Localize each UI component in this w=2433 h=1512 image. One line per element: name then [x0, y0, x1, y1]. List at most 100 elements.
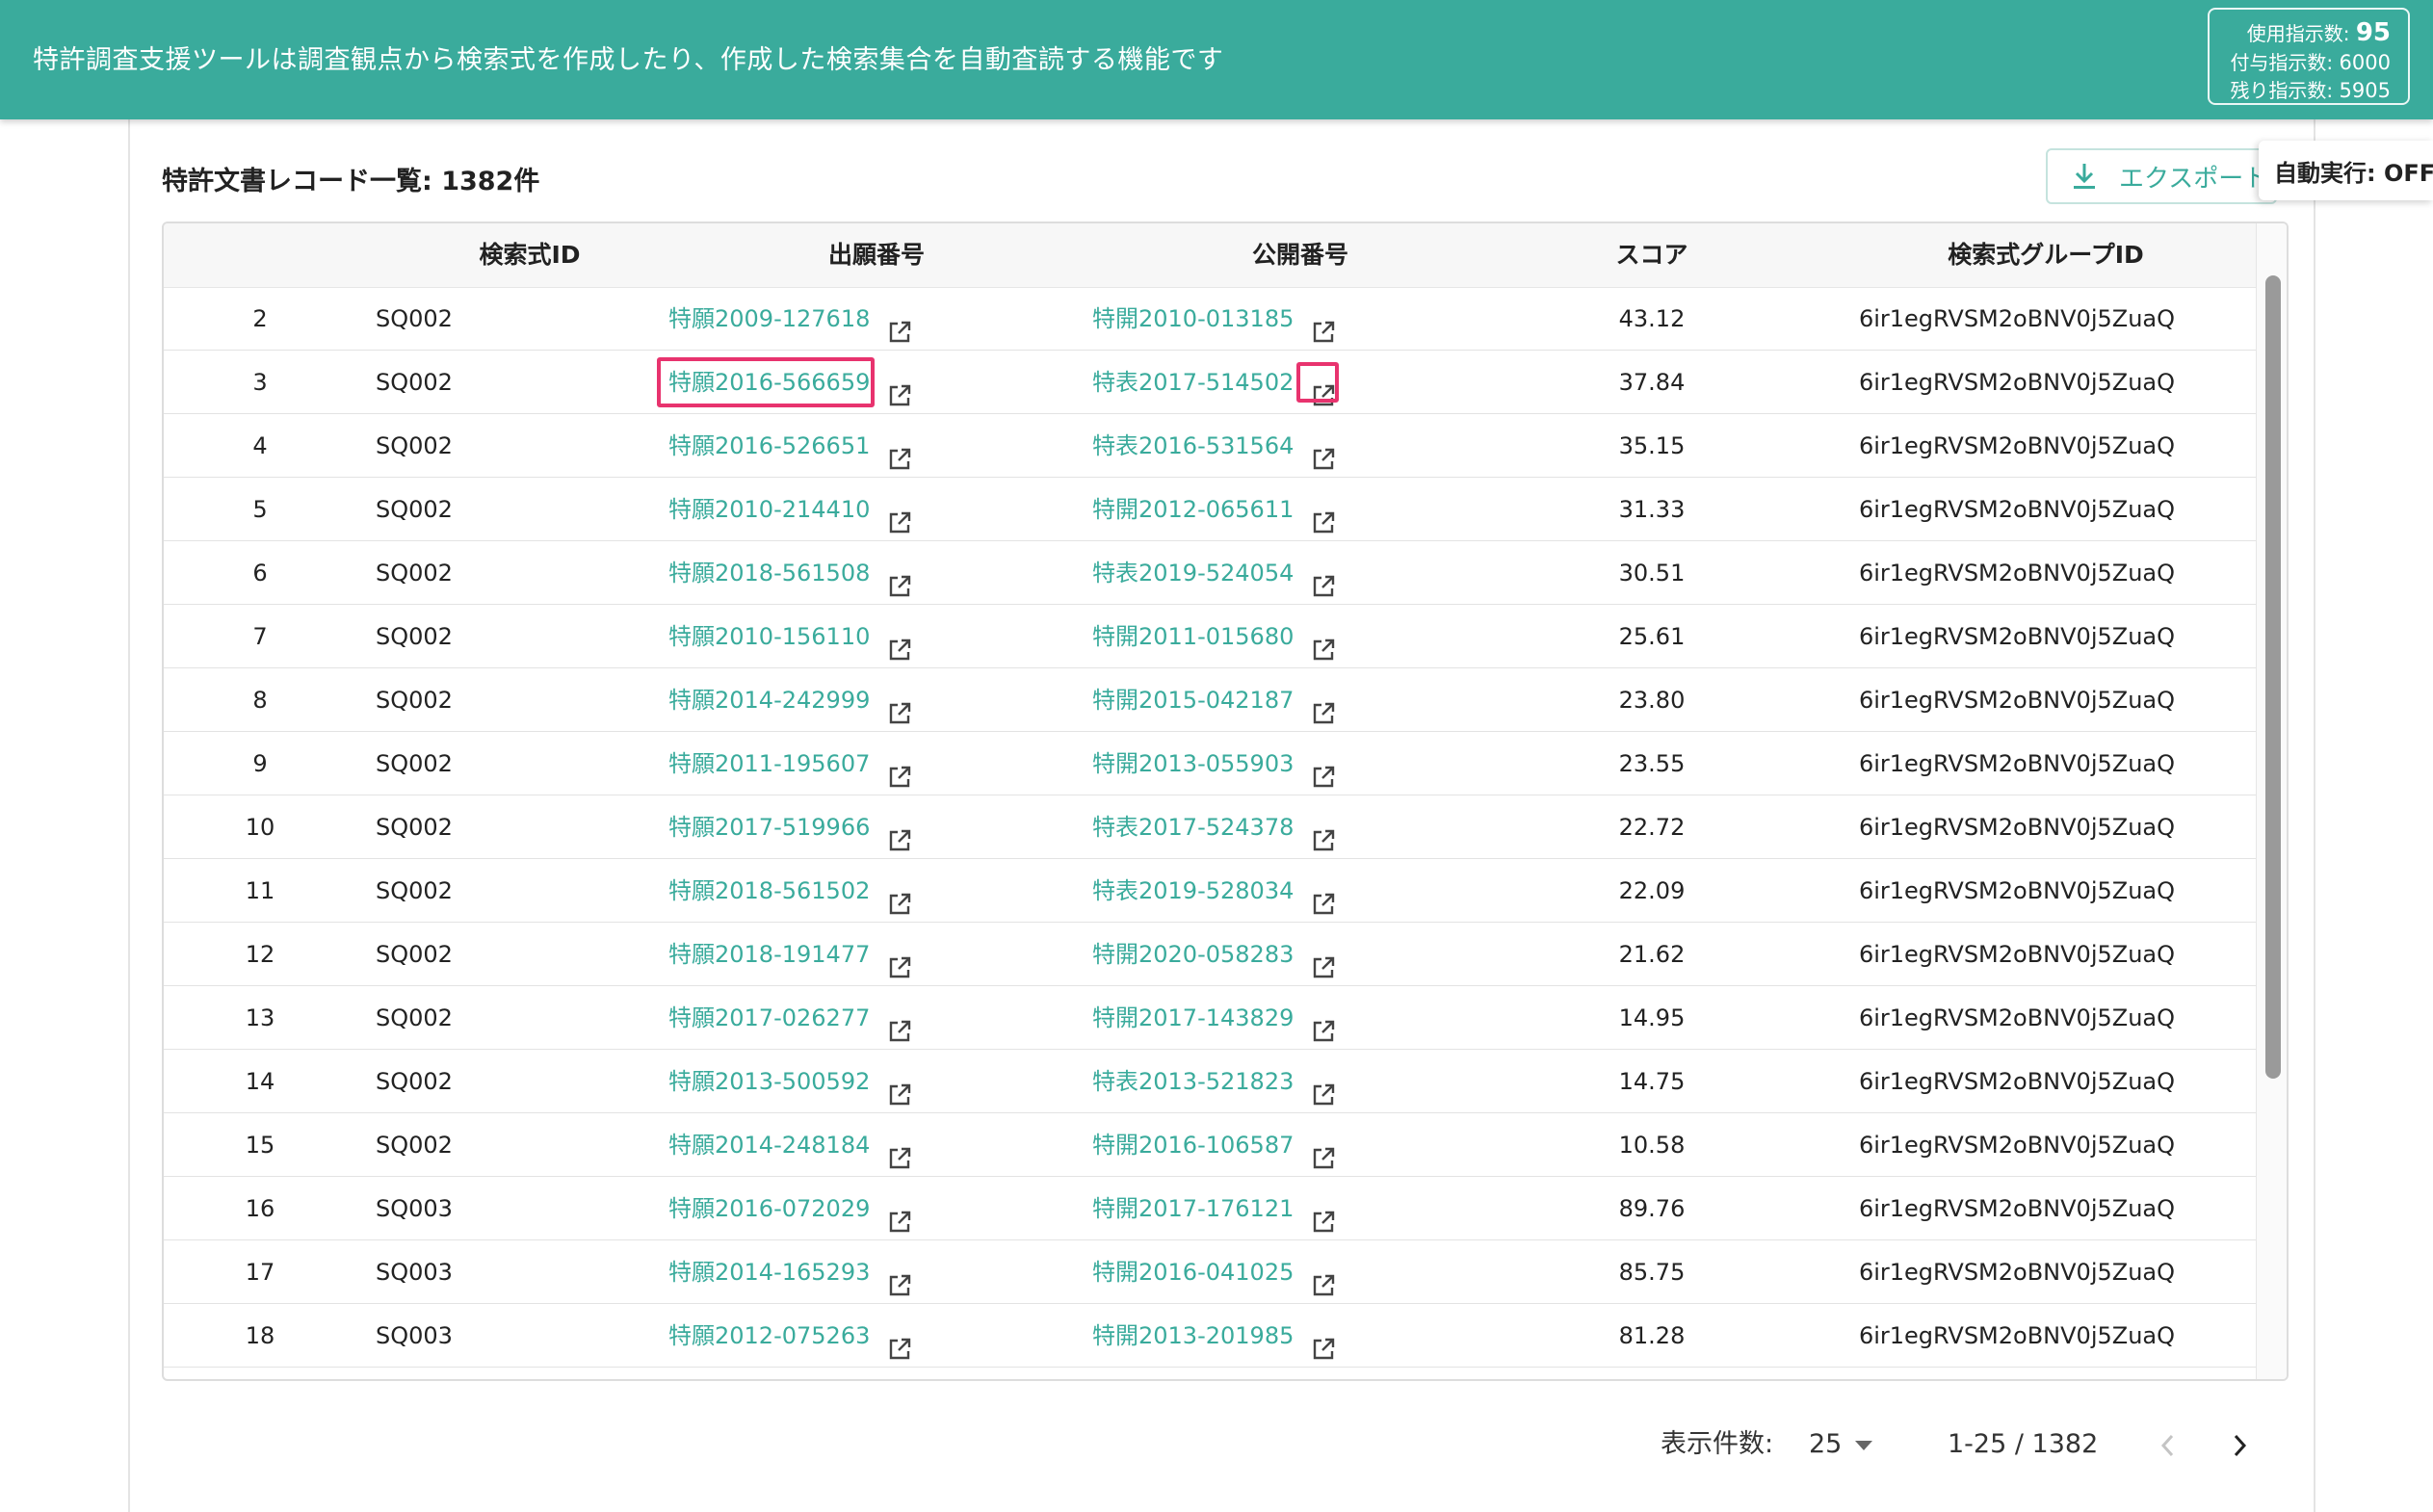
- export-label: エクスポート: [2119, 164, 2269, 194]
- row-group-id: 6ir1egRVSM2oBNV0j5ZuaQ: [1858, 496, 2176, 523]
- external-link-icon[interactable]: [887, 941, 912, 978]
- row-application-no: 特願2016-566659: [668, 351, 912, 414]
- application-no-link[interactable]: 特願2010-156110: [668, 623, 870, 650]
- row-publication-no: 特開2011-015680: [1092, 605, 1336, 668]
- application-no-link[interactable]: 特願2018-561502: [668, 877, 870, 904]
- col-header-score[interactable]: スコア: [1580, 223, 1724, 287]
- external-link-icon[interactable]: [1311, 305, 1336, 343]
- row-group-id: 6ir1egRVSM2oBNV0j5ZuaQ: [1858, 941, 2176, 968]
- row-score: 30.51: [1618, 560, 1686, 587]
- publication-no-link[interactable]: 特開2020-058283: [1092, 941, 1294, 968]
- external-link-icon[interactable]: [1311, 623, 1336, 661]
- col-header-application-no[interactable]: 出願番号: [780, 223, 973, 287]
- publication-no-link[interactable]: 特開2017-143829: [1092, 1004, 1294, 1031]
- per-page-select[interactable]: 25: [1809, 1416, 1886, 1473]
- publication-no-link[interactable]: 特表2019-528034: [1092, 877, 1294, 904]
- publication-no-link[interactable]: 特表2017-524378: [1092, 814, 1294, 841]
- auto-run-toggle[interactable]: 自動実行: OFF: [2259, 141, 2433, 200]
- application-no-link[interactable]: 特願2016-526651: [668, 432, 870, 459]
- external-link-icon[interactable]: [887, 1195, 912, 1233]
- row-index: 14: [245, 1068, 275, 1095]
- row-index: 7: [252, 623, 268, 650]
- external-link-icon[interactable]: [887, 1068, 912, 1106]
- external-link-icon[interactable]: [887, 432, 912, 470]
- publication-no-link[interactable]: 特開2013-201985: [1092, 1322, 1294, 1349]
- application-no-link[interactable]: 特願2011-195607: [668, 750, 870, 777]
- row-query-id: SQ002: [376, 623, 453, 650]
- application-no-link[interactable]: 特願2016-566659: [668, 369, 870, 396]
- col-header-group-id[interactable]: 検索式グループID: [1901, 223, 2190, 287]
- usage-remaining: 残り指示数: 5905: [2210, 77, 2391, 105]
- external-link-icon[interactable]: [1311, 369, 1336, 406]
- publication-no-link[interactable]: 特表2017-514502: [1092, 369, 1294, 396]
- external-link-icon[interactable]: [887, 1004, 912, 1042]
- col-header-publication-no[interactable]: 公開番号: [1204, 223, 1397, 287]
- row-query-id: SQ003: [376, 1195, 453, 1222]
- external-link-icon[interactable]: [1311, 877, 1336, 915]
- external-link-icon[interactable]: [887, 1322, 912, 1360]
- external-link-icon[interactable]: [1311, 814, 1336, 851]
- application-no-link[interactable]: 特願2014-248184: [668, 1132, 870, 1159]
- publication-no-link[interactable]: 特開2011-015680: [1092, 623, 1294, 650]
- usage-used: 使用指示数: 95: [2210, 17, 2391, 49]
- row-publication-no: 特表2019-524054: [1092, 541, 1336, 605]
- external-link-icon[interactable]: [887, 1259, 912, 1296]
- external-link-icon[interactable]: [1311, 750, 1336, 788]
- external-link-icon[interactable]: [1311, 1004, 1336, 1042]
- external-link-icon[interactable]: [887, 877, 912, 915]
- external-link-icon[interactable]: [887, 814, 912, 851]
- publication-no-link[interactable]: 特開2012-065611: [1092, 496, 1294, 523]
- publication-no-link[interactable]: 特開2017-176121: [1092, 1195, 1294, 1222]
- col-header-query-id[interactable]: 検索式ID: [443, 223, 616, 287]
- external-link-icon[interactable]: [887, 369, 912, 406]
- row-index: 12: [245, 941, 275, 968]
- publication-no-link[interactable]: 特表2019-524054: [1092, 560, 1294, 587]
- page-range: 1-25 / 1382: [1948, 1429, 2099, 1459]
- table-row: 16 SQ003 特願2016-072029 特開2017-176121 89.76 6i…: [164, 1177, 2256, 1240]
- publication-no-link[interactable]: 特表2013-521823: [1092, 1068, 1294, 1095]
- application-no-link[interactable]: 特願2014-165293: [668, 1259, 870, 1286]
- publication-no-link[interactable]: 特開2016-106587: [1092, 1132, 1294, 1159]
- external-link-icon[interactable]: [1311, 1132, 1336, 1169]
- application-no-link[interactable]: 特願2017-519966: [668, 814, 870, 841]
- external-link-icon[interactable]: [1311, 560, 1336, 597]
- application-no-link[interactable]: 特願2010-214410: [668, 496, 870, 523]
- prev-page-button[interactable]: [2148, 1416, 2186, 1473]
- application-no-link[interactable]: 特願2012-075263: [668, 1322, 870, 1349]
- external-link-icon[interactable]: [1311, 941, 1336, 978]
- next-page-button[interactable]: [2221, 1416, 2260, 1473]
- application-no-link[interactable]: 特願2018-191477: [668, 941, 870, 968]
- external-link-icon[interactable]: [1311, 496, 1336, 534]
- external-link-icon[interactable]: [1311, 1195, 1336, 1233]
- external-link-icon[interactable]: [887, 750, 912, 788]
- publication-no-link[interactable]: 特開2013-055903: [1092, 750, 1294, 777]
- external-link-icon[interactable]: [887, 305, 912, 343]
- chevron-left-icon: [2160, 1434, 2174, 1456]
- per-page-label: 表示件数:: [1661, 1429, 1774, 1459]
- application-no-link[interactable]: 特願2009-127618: [668, 305, 870, 332]
- publication-no-link[interactable]: 特開2016-041025: [1092, 1259, 1294, 1286]
- external-link-icon[interactable]: [1311, 1259, 1336, 1296]
- publication-no-link[interactable]: 特開2010-013185: [1092, 305, 1294, 332]
- external-link-icon[interactable]: [887, 623, 912, 661]
- row-group-id: 6ir1egRVSM2oBNV0j5ZuaQ: [1858, 1068, 2176, 1095]
- external-link-icon[interactable]: [1311, 1068, 1336, 1106]
- row-group-id: 6ir1egRVSM2oBNV0j5ZuaQ: [1858, 1195, 2176, 1222]
- publication-no-link[interactable]: 特表2016-531564: [1092, 432, 1294, 459]
- application-no-link[interactable]: 特願2017-026277: [668, 1004, 870, 1031]
- external-link-icon[interactable]: [1311, 687, 1336, 724]
- application-no-link[interactable]: 特願2014-242999: [668, 687, 870, 714]
- publication-no-link[interactable]: 特開2015-042187: [1092, 687, 1294, 714]
- external-link-icon[interactable]: [887, 560, 912, 597]
- external-link-icon[interactable]: [887, 496, 912, 534]
- external-link-icon[interactable]: [1311, 1322, 1336, 1360]
- external-link-icon[interactable]: [1311, 432, 1336, 470]
- export-button[interactable]: エクスポート: [2046, 148, 2277, 204]
- application-no-link[interactable]: 特願2016-072029: [668, 1195, 870, 1222]
- table-scrollbar-thumb[interactable]: [2265, 275, 2281, 1079]
- external-link-icon[interactable]: [887, 1132, 912, 1169]
- application-no-link[interactable]: 特願2018-561508: [668, 560, 870, 587]
- row-application-no: 特願2013-500592: [668, 1050, 912, 1113]
- external-link-icon[interactable]: [887, 687, 912, 724]
- application-no-link[interactable]: 特願2013-500592: [668, 1068, 870, 1095]
